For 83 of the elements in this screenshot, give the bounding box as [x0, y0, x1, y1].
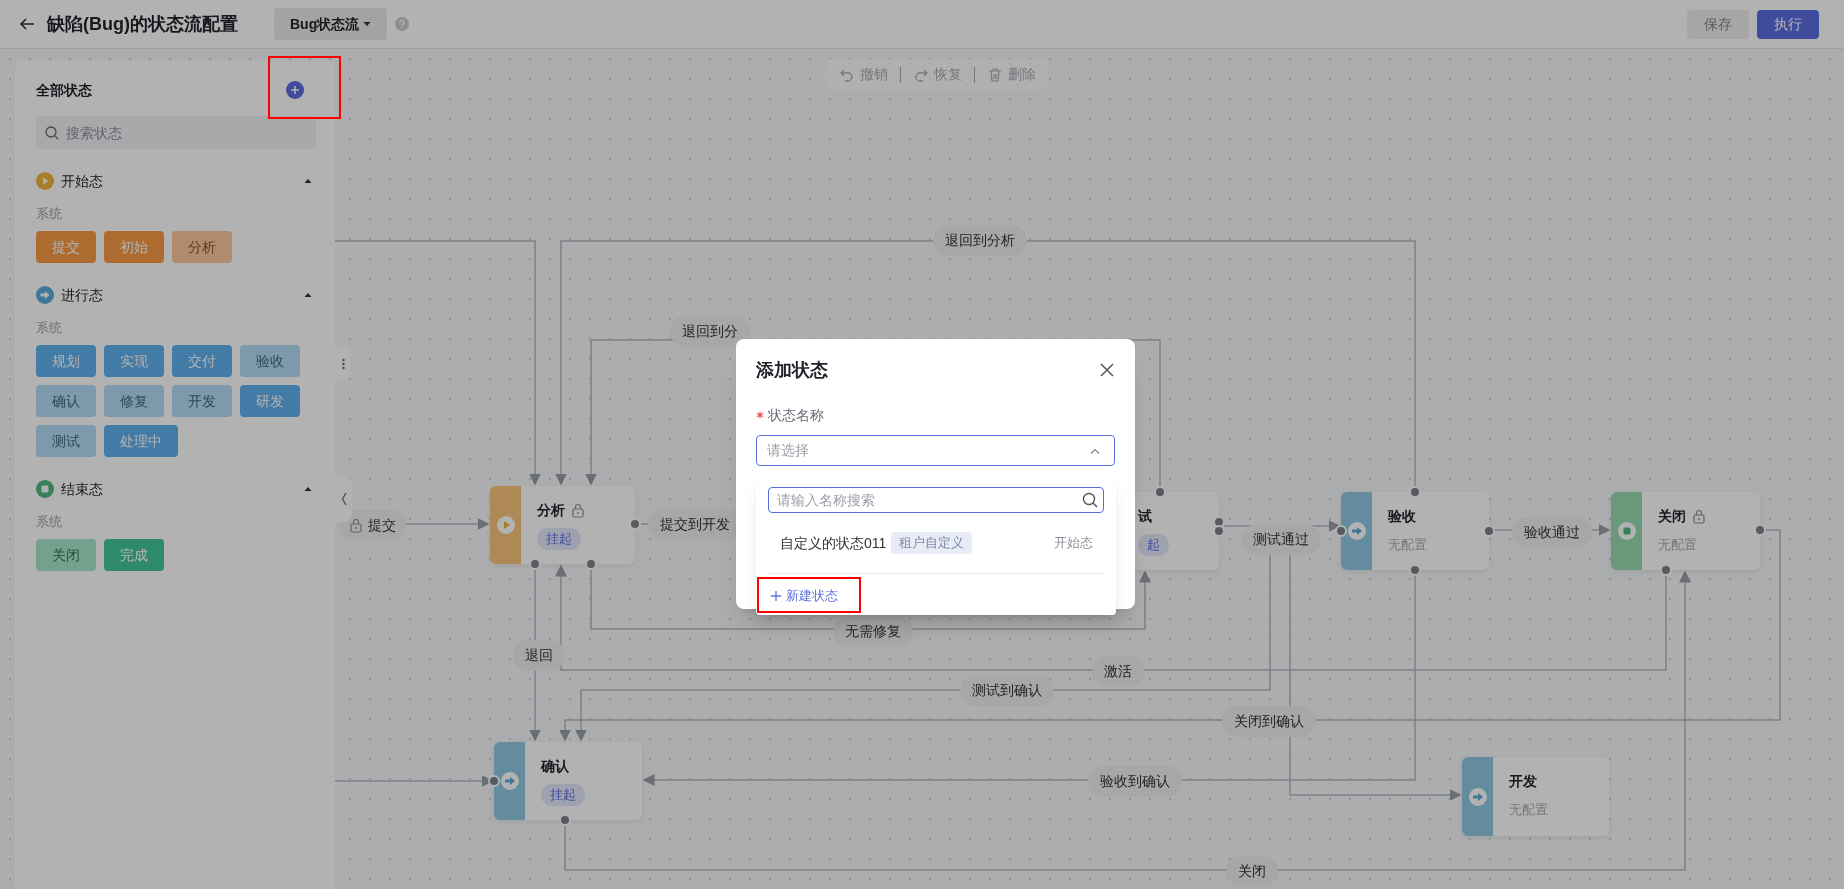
status-badge: 挂起 — [541, 784, 585, 806]
connection-port — [1213, 525, 1225, 537]
group-title: 开始态 — [61, 171, 103, 191]
sidebar-handle[interactable] — [335, 348, 351, 380]
field-label: 状态名称 — [768, 405, 824, 425]
transition-label[interactable]: 关闭到确认 — [1222, 706, 1316, 737]
status-badge: 起 — [1138, 534, 1169, 556]
sidebar-title: 全部状态 — [36, 80, 92, 100]
connection-port — [629, 518, 641, 530]
flow-selector[interactable]: Bug状态流 — [274, 8, 388, 40]
arrow-right-icon — [1346, 521, 1367, 541]
connection-port — [1660, 564, 1672, 576]
new-state-button[interactable]: 新建状态 — [768, 584, 838, 608]
option-tag: 租户自定义 — [891, 532, 973, 554]
transition-label[interactable]: 测试到确认 — [960, 675, 1054, 706]
trash-icon — [987, 66, 1003, 83]
group-title: 进行态 — [61, 285, 103, 305]
connection-port — [585, 558, 597, 570]
play-icon — [495, 515, 516, 535]
option-name[interactable]: 自定义的状态011 — [780, 532, 887, 554]
search-field[interactable]: 请输入名称搜索 — [768, 487, 1104, 513]
arrow-right-icon — [1467, 786, 1488, 807]
connection-port — [559, 814, 571, 826]
lock-icon — [571, 502, 585, 518]
arrow-right-icon — [36, 286, 54, 304]
node-subtitle: 无配置 — [1388, 536, 1427, 554]
node-title: 试 — [1138, 506, 1152, 526]
transition-label[interactable]: 测试通过 — [1241, 524, 1321, 555]
help-icon — [395, 17, 410, 31]
node-title: 开发 — [1509, 771, 1537, 791]
connection-port — [488, 775, 500, 787]
section-label: 系统 — [36, 513, 63, 531]
select-field[interactable]: 请选择 — [756, 435, 1115, 466]
chevron-up-icon — [1090, 447, 1100, 454]
run-button[interactable]: 执行 — [1757, 9, 1819, 39]
node-subtitle: 无配置 — [1658, 536, 1698, 554]
state-node[interactable]: 开发 无配置 — [1462, 757, 1609, 836]
close-icon[interactable] — [1099, 362, 1115, 378]
search-icon — [45, 126, 59, 140]
arrow-right-icon — [499, 771, 520, 791]
transition-label[interactable]: 退回到分 — [670, 316, 750, 347]
node-subtitle: 无配置 — [1509, 801, 1548, 819]
search-icon — [1082, 492, 1098, 508]
drag-handle-icon — [341, 358, 345, 370]
plus-icon — [771, 591, 781, 601]
required-asterisk-icon — [756, 411, 764, 419]
stop-icon — [1616, 521, 1637, 541]
connection-port — [1483, 525, 1495, 537]
connection-port — [1754, 524, 1766, 536]
transition-label[interactable]: 退回到分析 — [933, 225, 1027, 256]
state-node[interactable]: 确认 挂起 — [494, 742, 642, 820]
state-node[interactable]: 分析 挂起 — [490, 486, 635, 564]
connection-port — [1409, 486, 1421, 498]
node-title: 验收 — [1388, 506, 1416, 526]
connection-port — [529, 558, 541, 570]
connection-port — [1154, 486, 1166, 498]
search-field[interactable]: 搜索状态 — [36, 116, 316, 149]
section-label: 系统 — [36, 319, 63, 337]
node-title: 确认 — [541, 756, 569, 776]
transition-label[interactable]: 验收到确认 — [1088, 766, 1182, 797]
dialog-title: 添加状态 — [756, 358, 828, 382]
node-title: 分析 — [537, 500, 565, 520]
lock-icon — [349, 518, 363, 533]
transition-label[interactable]: 验收通过 — [1512, 517, 1592, 548]
caret-icon — [363, 21, 372, 27]
stop-icon — [36, 480, 54, 498]
transition-label[interactable]: 无需修复 — [833, 616, 913, 647]
play-icon — [36, 172, 54, 190]
transition-label: 提交 — [368, 516, 396, 535]
collapse-handle[interactable] — [335, 476, 352, 522]
connection-port — [1335, 525, 1347, 537]
page-title: 缺陷(Bug)的状态流配置 — [47, 12, 238, 36]
state-node[interactable]: 关闭 无配置 — [1611, 492, 1760, 570]
state-node[interactable]: 验收 无配置 — [1341, 492, 1489, 570]
node-title: 关闭 — [1658, 506, 1686, 526]
group-title: 结束态 — [61, 479, 103, 499]
connection-port — [1409, 564, 1421, 576]
status-badge: 挂起 — [537, 528, 581, 550]
chevron-left-icon — [340, 492, 347, 506]
select-placeholder: 请选择 — [767, 441, 809, 460]
section-label: 系统 — [36, 205, 63, 223]
lock-icon — [1692, 508, 1706, 524]
add-icon[interactable] — [286, 81, 304, 99]
